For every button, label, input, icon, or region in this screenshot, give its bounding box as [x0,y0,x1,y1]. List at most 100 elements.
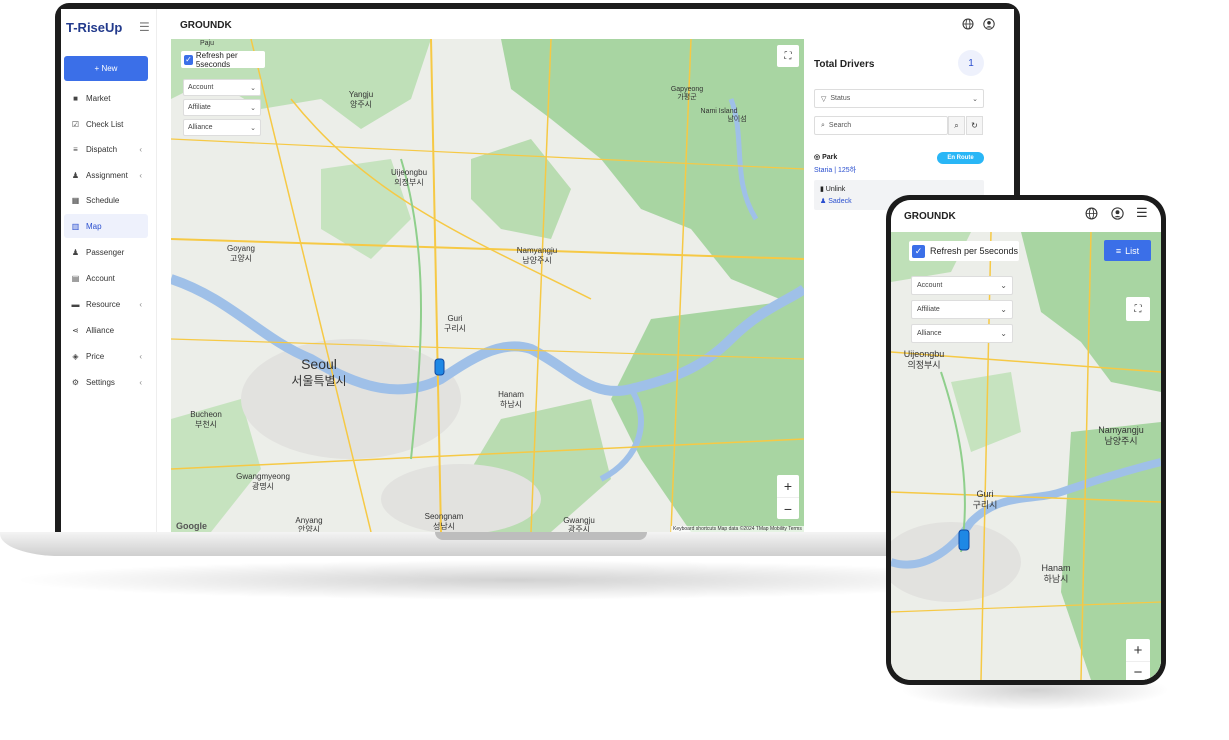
sidebar-item-price[interactable]: ◈ Price ‹ [64,344,148,368]
sidebar-item-market[interactable]: ■ Market [64,86,148,110]
person-icon: ♟ [820,198,829,205]
sidebar-item-label: Alliance [86,325,115,335]
list-button[interactable]: ≡ List [1104,240,1151,261]
map-label-seoul-ko: 서울특별시 [291,374,346,388]
map-canvas: Seoul 서울특별시 Goyang 고양시 Bucheon 부천시 Gwang… [171,39,804,532]
zoom-out-button[interactable]: − [1126,661,1150,680]
map-label-uijeongbu-ko: 의정부시 [394,177,423,187]
driver-status-icon: ◎ [814,154,823,161]
user-icon[interactable] [1111,207,1124,220]
refresh-label: Refresh per 5seconds [195,50,238,69]
sidebar-item-label: Price [86,351,105,361]
driver-car[interactable]: Staria | 125하 [814,165,856,175]
map-label-hanam-ko: 하남시 [500,399,522,409]
globe-icon[interactable] [1085,207,1098,220]
affiliate-select[interactable]: Affiliate ⌄ [911,300,1013,319]
sidebar-item-passenger[interactable]: ♟ Passenger [64,240,148,264]
mobile-map-view[interactable]: Uijeongbu 의정부시 Namyangju 남양주시 Guri 구리시 H… [891,232,1161,680]
map-label-gapyeong-ko: 가평군 [677,92,697,101]
zoom-in-button[interactable]: + [1126,639,1150,661]
chevron-down-icon: ⌄ [1000,281,1007,290]
map-label-guri-ko: 구리시 [444,324,466,333]
mobile-title: GROUNDK [904,211,956,222]
sidebar-item-resource[interactable]: ▬ Resource ‹ [64,292,148,316]
user-icon[interactable] [983,18,995,30]
map-label-uijeongbu: Uijeongbu [904,349,945,359]
search-button[interactable]: ⌕ [948,116,965,135]
status-filter[interactable]: ▽ Status ⌄ [814,89,984,108]
bag-icon: ■ [73,93,78,103]
alliance-select[interactable]: Alliance ⌄ [183,119,261,136]
google-logo: Google [176,521,207,531]
map-label-namyangju-ko: 남양주시 [522,256,551,265]
sidebar-item-label: Assignment [86,170,128,180]
laptop-notch [435,532,647,540]
select-label: Account [917,282,943,289]
zoom-out-button[interactable]: − [777,497,799,519]
account-icon: ▤ [71,273,80,283]
refresh-label: Refresh per 5seconds [930,246,1019,256]
globe-icon[interactable] [962,18,974,30]
chevron-down-icon: ⌄ [1000,305,1007,314]
search-input[interactable]: ⌕ Search [814,116,948,135]
chevron-left-icon: ‹ [139,299,142,309]
map-view[interactable]: Seoul 서울특별시 Goyang 고양시 Bucheon 부천시 Gwang… [171,39,804,532]
sidebar-item-label: Account [86,273,115,283]
map-attribution[interactable]: Keyboard shortcuts Map data ©2024 TMap M… [671,526,804,532]
sidebar-item-check-list[interactable]: ☑ Check List [64,112,148,136]
account-select[interactable]: Account ⌄ [183,79,261,96]
sidebar: T-RiseUp ☰ + New ■ Market ☑ Check List ≡… [61,9,157,532]
sidebar-item-label: Check List [86,119,124,129]
account-select[interactable]: Account ⌄ [911,276,1013,295]
refresh-toggle[interactable]: ✓ Refresh per 5seconds [909,241,1019,261]
map-label-guri: Guri [976,489,993,499]
sidebar-item-map[interactable]: ▥ Map [64,214,148,238]
sidebar-item-account[interactable]: ▤ Account [64,266,148,290]
fullscreen-icon[interactable]: ⛶ [1126,297,1150,321]
reset-icon[interactable]: ↻ [966,116,983,135]
sidebar-item-label: Resource [86,299,121,309]
sidebar-item-assignment[interactable]: ♟ Assignment ‹ [64,163,148,187]
map-label-paju: Paju [200,40,214,47]
map-label-seoul: Seoul [301,356,337,372]
map-label-namyangju-ko: 남양주시 [1104,436,1137,446]
top-bar: GROUNDK [157,9,1014,39]
map-label-yangju-ko: 양주시 [350,100,372,109]
map-label-seongnam: Seongnam [425,512,464,521]
chevron-down-icon: ⌄ [250,104,256,112]
sidebar-item-label: Settings [86,377,115,387]
checkbox-icon[interactable]: ✓ [184,54,193,65]
laptop-shadow [10,560,1020,600]
map-label-anyang-ko: 안양시 [298,524,320,532]
map-label-gwangmyeong: Gwangmyeong [236,472,290,481]
sidebar-item-label: Market [86,93,111,103]
select-label: Affiliate [188,104,211,111]
driver-name[interactable]: ◎ Park [814,153,837,161]
sidebar-item-alliance[interactable]: ⋖ Alliance [64,318,148,342]
app-logo[interactable]: T-RiseUp [66,20,122,35]
map-label-goyang-ko: 고양시 [230,254,252,263]
new-button[interactable]: + New [64,56,148,81]
map-label-uijeongbu-ko: 의정부시 [907,360,940,370]
alliance-select[interactable]: Alliance ⌄ [911,324,1013,343]
mobile-screen: GROUNDK ☰ Uijeongbu 의정부시 Namyangju 남양주시 … [891,200,1161,680]
search-placeholder: Search [828,122,852,129]
sidebar-item-settings[interactable]: ⚙ Settings ‹ [64,370,148,394]
fullscreen-icon[interactable]: ⛶ [777,45,799,67]
chevron-down-icon: ⌄ [250,84,256,92]
hamburger-icon[interactable]: ☰ [1136,205,1148,221]
sidebar-item-schedule[interactable]: ▦ Schedule [64,188,148,212]
sidebar-item-dispatch[interactable]: ≡ Dispatch ‹ [64,137,148,161]
unlink-link[interactable]: ▮ Unlink [820,185,845,193]
zoom-in-button[interactable]: + [777,475,799,497]
refresh-toggle[interactable]: ✓ Refresh per 5seconds [181,50,265,69]
owner-link[interactable]: ♟ Sadeck [820,197,852,205]
checkbox-icon[interactable]: ✓ [912,244,925,258]
map-label-hanam: Hanam [498,390,524,399]
sidebar-item-label: Schedule [86,195,120,205]
hamburger-icon[interactable]: ☰ [139,20,150,34]
map-label-bucheon-ko: 부천시 [195,419,217,429]
search-icon: ⌕ [821,121,825,129]
affiliate-select[interactable]: Affiliate ⌄ [183,99,261,116]
map-label-nami-island: Nami Island [701,108,738,115]
